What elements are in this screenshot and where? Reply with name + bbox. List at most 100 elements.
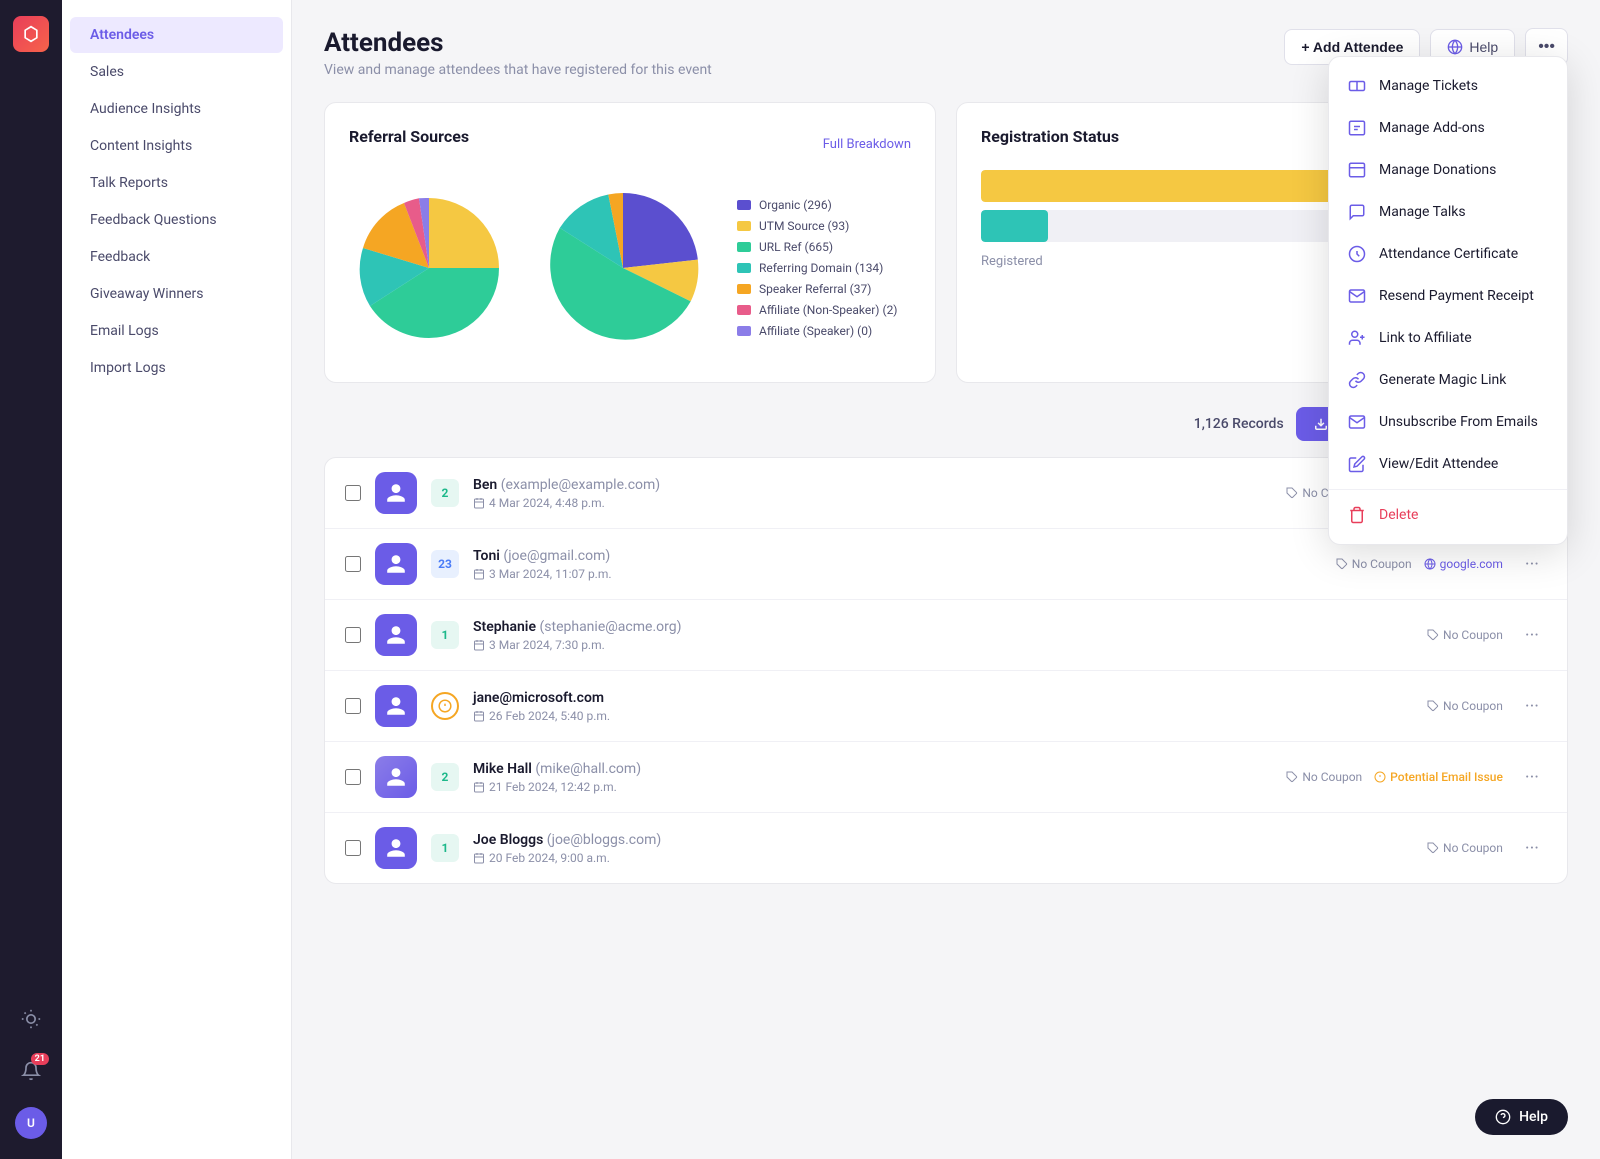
row-checkbox[interactable] (345, 485, 361, 501)
person-icon (385, 624, 407, 646)
magic-icon (1347, 370, 1367, 390)
dropdown-item-attendance-certificate[interactable]: Attendance Certificate (1329, 233, 1567, 275)
domain-tag: google.com (1424, 557, 1503, 571)
sidebar-item-import-logs[interactable]: Import Logs (70, 350, 283, 386)
dropdown-item-generate-magic[interactable]: Generate Magic Link (1329, 359, 1567, 401)
legend-label-utm: UTM Source (93) (759, 219, 849, 233)
globe-icon (1424, 558, 1436, 570)
floating-help-button[interactable]: Help (1475, 1099, 1568, 1135)
attendee-meta: 20 Feb 2024, 9:00 a.m. (473, 851, 1413, 865)
full-breakdown-link[interactable]: Full Breakdown (823, 137, 911, 152)
row-more-button[interactable]: ··· (1517, 621, 1547, 650)
donation-icon (1347, 160, 1367, 180)
user-avatar[interactable]: U (11, 1103, 51, 1143)
attendee-avatar-photo (375, 756, 417, 798)
sidebar-item-content-insights[interactable]: Content Insights (70, 128, 283, 164)
attendee-avatar (375, 685, 417, 727)
legend-dot-speaker (737, 284, 751, 294)
legend-label-speaker: Speaker Referral (37) (759, 282, 871, 296)
bar-label-registered: Registered (981, 254, 1043, 269)
attendee-info: Mike Hall (mike@hall.com) 21 Feb 2024, 1… (473, 761, 1272, 794)
sidebar-item-sales[interactable]: Sales (70, 54, 283, 90)
dropdown-item-manage-addons[interactable]: Manage Add-ons (1329, 107, 1567, 149)
sidebar-item-attendees[interactable]: Attendees (70, 17, 283, 53)
bell-icon[interactable]: 21 (11, 1051, 51, 1091)
row-checkbox[interactable] (345, 769, 361, 785)
calendar-icon (473, 710, 485, 722)
bar-checkedin (981, 210, 1048, 242)
row-checkbox[interactable] (345, 556, 361, 572)
avatar-image: U (15, 1107, 47, 1139)
person-icon (385, 695, 407, 717)
sidebar-item-feedback-questions[interactable]: Feedback Questions (70, 202, 283, 238)
manage-tickets-label: Manage Tickets (1379, 78, 1478, 94)
attendee-tags: No Coupon (1427, 699, 1503, 713)
icon-bar: 21 U (0, 0, 62, 1159)
attendee-avatar (375, 614, 417, 656)
generate-magic-label: Generate Magic Link (1379, 372, 1506, 388)
attendee-info: jane@microsoft.com 26 Feb 2024, 5:40 p.m… (473, 690, 1413, 723)
ticket-badge: 1 (431, 834, 459, 862)
pie-legend: Organic (296) UTM Source (93) URL Ref (6… (737, 198, 898, 338)
globe-icon (1447, 39, 1463, 55)
affiliate-icon (1347, 328, 1367, 348)
attendee-name: Ben (example@example.com) (473, 477, 1272, 493)
sidebar-item-feedback[interactable]: Feedback (70, 239, 283, 275)
attendee-meta: 26 Feb 2024, 5:40 p.m. (473, 709, 1413, 723)
legend-dot-organic (737, 200, 751, 210)
dropdown-item-link-affiliate[interactable]: Link to Affiliate (1329, 317, 1567, 359)
tag-icon (1336, 558, 1348, 570)
table-row: jane@microsoft.com 26 Feb 2024, 5:40 p.m… (325, 671, 1567, 742)
attendee-tags: No Coupon Potential Email Issue (1286, 770, 1503, 784)
manage-addons-label: Manage Add-ons (1379, 120, 1485, 136)
sidebar-item-email-logs[interactable]: Email Logs (70, 313, 283, 349)
pie-chart-svg (533, 178, 713, 358)
dropdown-item-manage-talks[interactable]: Manage Talks (1329, 191, 1567, 233)
records-count: 1,126 Records (1194, 416, 1284, 432)
legend-organic: Organic (296) (737, 198, 898, 212)
app-logo[interactable] (13, 16, 49, 52)
legend-dot-affiliate-non (737, 305, 751, 315)
sidebar-item-talk-reports[interactable]: Talk Reports (70, 165, 283, 201)
row-checkbox[interactable] (345, 627, 361, 643)
bulb-icon[interactable] (11, 999, 51, 1039)
legend-referring: Referring Domain (134) (737, 261, 898, 275)
table-row: 2 Mike Hall (mike@hall.com) 21 Feb 2024,… (325, 742, 1567, 813)
dropdown-item-view-edit[interactable]: View/Edit Attendee (1329, 443, 1567, 485)
row-checkbox[interactable] (345, 698, 361, 714)
dropdown-menu: Manage Tickets Manage Add-ons Manage Don… (1328, 56, 1568, 545)
person-icon (385, 553, 407, 575)
dropdown-item-resend-payment[interactable]: Resend Payment Receipt (1329, 275, 1567, 317)
tag-icon (1286, 487, 1298, 499)
row-more-button[interactable]: ··· (1517, 692, 1547, 721)
attendee-info: Toni (joe@gmail.com) 3 Mar 2024, 11:07 p… (473, 548, 1322, 581)
row-checkbox[interactable] (345, 840, 361, 856)
coupon-tag: No Coupon (1336, 557, 1412, 571)
legend-dot-urlref (737, 242, 751, 252)
row-more-button[interactable]: ··· (1517, 550, 1547, 579)
manage-donations-label: Manage Donations (1379, 162, 1496, 178)
row-more-button[interactable]: ··· (1517, 763, 1547, 792)
attendee-name: Toni (joe@gmail.com) (473, 548, 1322, 564)
ticket-badge: 23 (431, 550, 459, 578)
dropdown-item-delete[interactable]: Delete (1329, 494, 1567, 536)
ticket-badge: 1 (431, 621, 459, 649)
attendee-tags: No Coupon google.com (1336, 557, 1503, 571)
sidebar-item-audience-insights[interactable]: Audience Insights (70, 91, 283, 127)
dropdown-item-unsubscribe[interactable]: Unsubscribe From Emails (1329, 401, 1567, 443)
pie-chart-container: Organic (296) UTM Source (93) URL Ref (6… (349, 178, 911, 358)
tag-icon (1427, 700, 1439, 712)
dropdown-item-manage-donations[interactable]: Manage Donations (1329, 149, 1567, 191)
legend-label-urlref: URL Ref (665) (759, 240, 833, 254)
legend-label-referring: Referring Domain (134) (759, 261, 883, 275)
attendee-name: Joe Bloggs (joe@bloggs.com) (473, 832, 1413, 848)
dropdown-item-manage-tickets[interactable]: Manage Tickets (1329, 65, 1567, 107)
attendee-email: (joe@gmail.com) (503, 548, 610, 564)
main-content: Attendees View and manage attendees that… (292, 0, 1600, 1159)
attendee-meta: 3 Mar 2024, 7:30 p.m. (473, 638, 1413, 652)
sidebar-item-giveaway-winners[interactable]: Giveaway Winners (70, 276, 283, 312)
row-more-button[interactable]: ··· (1517, 834, 1547, 863)
attendee-email: (mike@hall.com) (535, 761, 641, 777)
sidebar: Attendees Sales Audience Insights Conten… (62, 0, 292, 1159)
help-label: Help (1469, 39, 1498, 55)
